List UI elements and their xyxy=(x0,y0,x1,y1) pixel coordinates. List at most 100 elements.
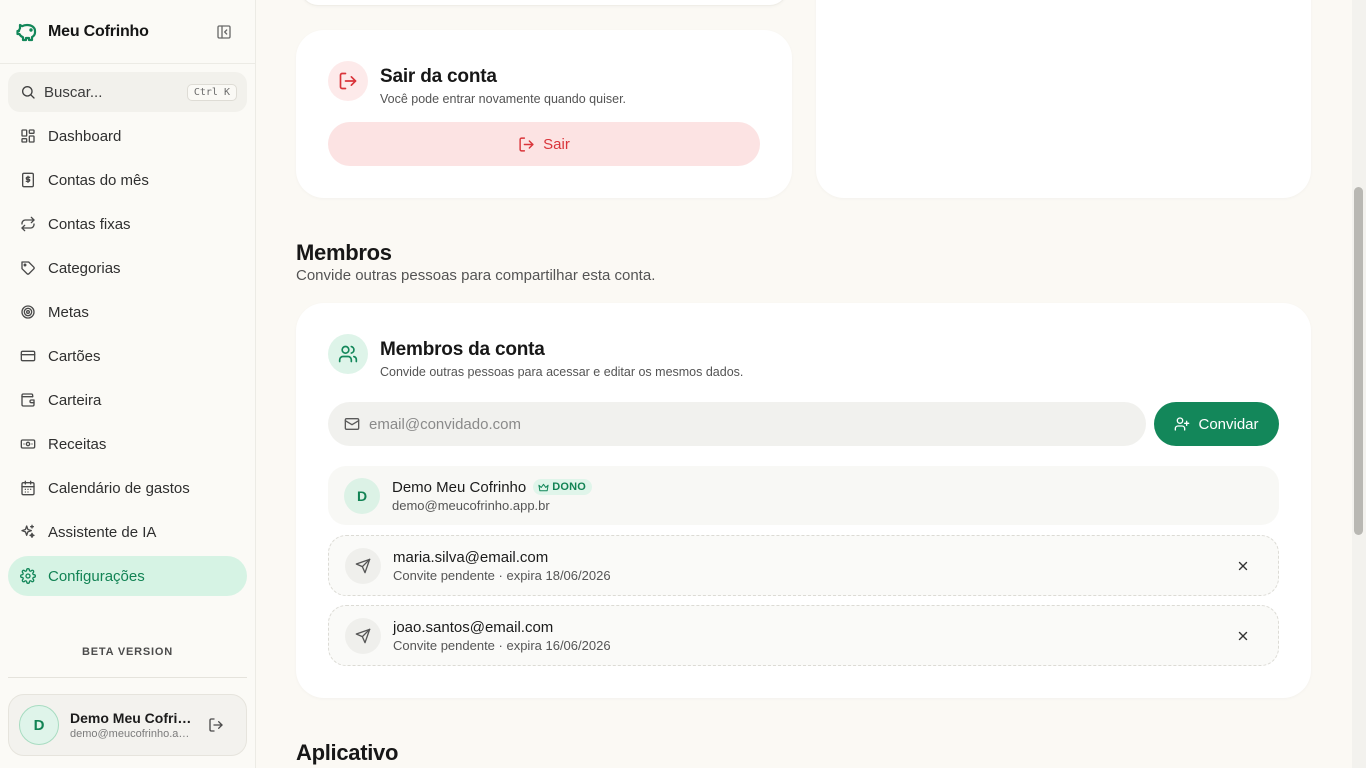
previous-card-edge xyxy=(300,0,788,6)
owner-badge: DONO xyxy=(533,479,593,495)
sidebar-bottom-divider xyxy=(8,677,247,678)
sidebar-item-receitas[interactable]: Receitas xyxy=(8,424,247,464)
gear-icon xyxy=(20,568,36,584)
owner-badge-label: DONO xyxy=(552,481,587,493)
sparkles-icon xyxy=(20,524,36,540)
invite-email-field[interactable] xyxy=(328,402,1146,446)
member-info: Demo Meu Cofrinho DONO demo@meucofrinho.… xyxy=(392,478,593,513)
right-card xyxy=(816,0,1311,198)
invite-info: joao.santos@email.com Convite pendente ·… xyxy=(393,619,611,653)
invite-button-label: Convidar xyxy=(1198,415,1259,433)
search-icon xyxy=(20,84,36,100)
sidebar: Meu Cofrinho Buscar... Ctrl K Dashboard … xyxy=(0,0,256,768)
sidebar-item-label: Metas xyxy=(48,303,89,321)
members-section-title: Membros xyxy=(296,240,392,265)
sidebar-nav: Dashboard Contas do mês Contas fixas Cat… xyxy=(8,116,247,600)
sidebar-item-label: Configurações xyxy=(48,567,145,585)
members-section-subtitle: Convide outras pessoas para compartilhar… xyxy=(296,267,656,284)
repeat-icon xyxy=(20,216,36,232)
sidebar-item-dashboard[interactable]: Dashboard xyxy=(8,116,247,156)
search-shortcut: Ctrl K xyxy=(186,83,237,101)
close-icon[interactable] xyxy=(1234,557,1252,575)
members-card: Membros da conta Convide outras pessoas … xyxy=(296,303,1311,698)
sidebar-item-label: Receitas xyxy=(48,435,107,453)
sidebar-item-contas-do-mes[interactable]: Contas do mês xyxy=(8,160,247,200)
receipt-icon xyxy=(20,172,36,188)
pending-invite-row: maria.silva@email.com Convite pendente ·… xyxy=(328,535,1279,596)
users-icon xyxy=(328,334,368,374)
app-section-title: Aplicativo xyxy=(296,740,399,765)
sidebar-item-label: Carteira xyxy=(48,391,102,409)
sidebar-item-label: Calendário de gastos xyxy=(48,479,190,497)
logout-card-title: Sair da conta xyxy=(380,66,497,87)
sidebar-collapse-icon[interactable] xyxy=(214,22,234,42)
invite-email-input[interactable] xyxy=(369,415,1129,433)
invite-email: joao.santos@email.com xyxy=(393,618,554,636)
calendar-icon xyxy=(20,480,36,496)
user-info: Demo Meu Cofrinho demo@meucofrinho.app.b… xyxy=(70,710,192,740)
members-card-title: Membros da conta xyxy=(380,339,545,360)
avatar: D xyxy=(344,477,380,514)
sidebar-item-calendario[interactable]: Calendário de gastos xyxy=(8,468,247,508)
sidebar-item-categorias[interactable]: Categorias xyxy=(8,248,247,288)
beta-label: BETA VERSION xyxy=(82,646,173,658)
member-email: demo@meucofrinho.app.br xyxy=(392,497,550,513)
tag-icon xyxy=(20,260,36,276)
scrollbar-thumb[interactable] xyxy=(1354,187,1363,535)
sidebar-item-label: Cartões xyxy=(48,347,101,365)
logout-button-label: Sair xyxy=(543,135,570,153)
member-name: Demo Meu Cofrinho xyxy=(392,478,527,496)
sidebar-item-contas-fixas[interactable]: Contas fixas xyxy=(8,204,247,244)
sidebar-item-label: Contas fixas xyxy=(48,215,131,233)
member-name-line: Demo Meu Cofrinho DONO xyxy=(392,478,593,496)
user-email: demo@meucofrinho.app.br xyxy=(70,728,192,740)
invite-info: maria.silva@email.com Convite pendente ·… xyxy=(393,549,611,583)
sidebar-item-assistente[interactable]: Assistente de IA xyxy=(8,512,247,552)
user-card[interactable]: D Demo Meu Cofrinho demo@meucofrinho.app… xyxy=(8,694,247,756)
logout-icon xyxy=(518,136,535,153)
target-icon xyxy=(20,304,36,320)
sidebar-item-configuracoes[interactable]: Configurações xyxy=(8,556,247,596)
members-card-header: Membros da conta Convide outras pessoas … xyxy=(328,334,743,379)
user-plus-icon xyxy=(1174,416,1190,432)
logout-card: Sair da conta Você pode entrar novamente… xyxy=(296,30,792,198)
sidebar-item-label: Dashboard xyxy=(48,127,122,145)
sidebar-item-label: Contas do mês xyxy=(48,171,149,189)
user-name: Demo Meu Cofrinho xyxy=(70,710,192,726)
wallet-icon xyxy=(20,392,36,408)
brand-name: Meu Cofrinho xyxy=(48,23,149,40)
members-card-titles: Membros da conta Convide outras pessoas … xyxy=(380,334,743,379)
mail-icon xyxy=(344,416,360,432)
logout-card-header: Sair da conta Você pode entrar novamente… xyxy=(328,61,626,106)
banknote-icon xyxy=(20,436,36,452)
crown-icon xyxy=(538,482,549,493)
sidebar-item-label: Categorias xyxy=(48,259,121,277)
invite-status: Convite pendente · expira 16/06/2026 xyxy=(393,637,611,653)
sidebar-divider xyxy=(0,63,255,64)
close-icon[interactable] xyxy=(1234,627,1252,645)
logout-icon xyxy=(328,61,368,101)
search-box[interactable]: Buscar... Ctrl K xyxy=(8,72,247,112)
member-row-owner: D Demo Meu Cofrinho DONO demo@meucofrinh… xyxy=(328,466,1279,525)
search-placeholder: Buscar... xyxy=(44,83,103,101)
send-icon xyxy=(345,617,381,654)
logout-icon[interactable] xyxy=(206,715,226,735)
dashboard-icon xyxy=(20,128,36,144)
invite-status: Convite pendente · expira 18/06/2026 xyxy=(393,567,611,583)
sidebar-item-cartoes[interactable]: Cartões xyxy=(8,336,247,376)
logout-card-subtitle: Você pode entrar novamente quando quiser… xyxy=(380,92,627,106)
avatar: D xyxy=(19,705,59,745)
logout-card-titles: Sair da conta Você pode entrar novamente… xyxy=(380,61,626,106)
sidebar-item-carteira[interactable]: Carteira xyxy=(8,380,247,420)
sidebar-item-label: Assistente de IA xyxy=(48,523,157,541)
logout-button[interactable]: Sair xyxy=(328,122,760,166)
credit-card-icon xyxy=(20,348,36,364)
pending-invite-row: joao.santos@email.com Convite pendente ·… xyxy=(328,605,1279,666)
invite-button[interactable]: Convidar xyxy=(1154,402,1279,446)
invite-email: maria.silva@email.com xyxy=(393,548,549,566)
piggy-bank-icon xyxy=(16,20,40,44)
send-icon xyxy=(345,547,381,584)
sidebar-item-metas[interactable]: Metas xyxy=(8,292,247,332)
members-card-subtitle: Convide outras pessoas para acessar e ed… xyxy=(380,365,744,379)
brand[interactable]: Meu Cofrinho xyxy=(16,20,149,44)
